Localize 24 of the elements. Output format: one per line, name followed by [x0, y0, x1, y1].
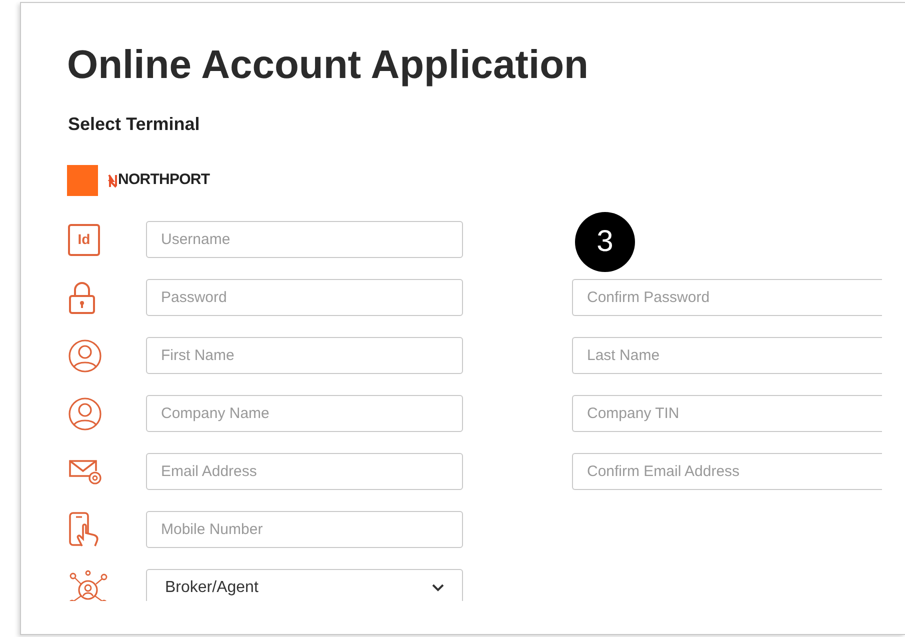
- text-input[interactable]: Confirm Email Address: [572, 453, 882, 490]
- role-dropdown[interactable]: Broker/Agent: [146, 569, 463, 601]
- text-input[interactable]: Username: [146, 221, 463, 258]
- text-input[interactable]: Company Name: [146, 395, 463, 432]
- terminal-select-square[interactable]: [67, 165, 98, 196]
- text-input[interactable]: First Name: [146, 337, 463, 374]
- section-label: Select Terminal: [68, 113, 200, 135]
- text-input[interactable]: Company TIN: [572, 395, 882, 432]
- text-input[interactable]: Mobile Number: [146, 511, 463, 548]
- email-icon: [68, 458, 102, 484]
- user-icon: [68, 338, 102, 372]
- id-icon: Id: [68, 224, 100, 256]
- user-icon: [68, 396, 102, 430]
- text-input[interactable]: Confirm Password: [572, 279, 882, 316]
- text-input[interactable]: Email Address: [146, 453, 463, 490]
- network-icon: [68, 570, 108, 601]
- page-title: Online Account Application: [67, 43, 588, 87]
- logo-text: NORTHPORT: [118, 170, 210, 190]
- logo-mark-icon: [108, 174, 118, 188]
- text-input[interactable]: Last Name: [572, 337, 882, 374]
- chevron-down-icon: [432, 584, 444, 592]
- text-input[interactable]: Password: [146, 279, 463, 316]
- step-number-badge: 3: [575, 212, 635, 272]
- lock-icon: [68, 280, 96, 314]
